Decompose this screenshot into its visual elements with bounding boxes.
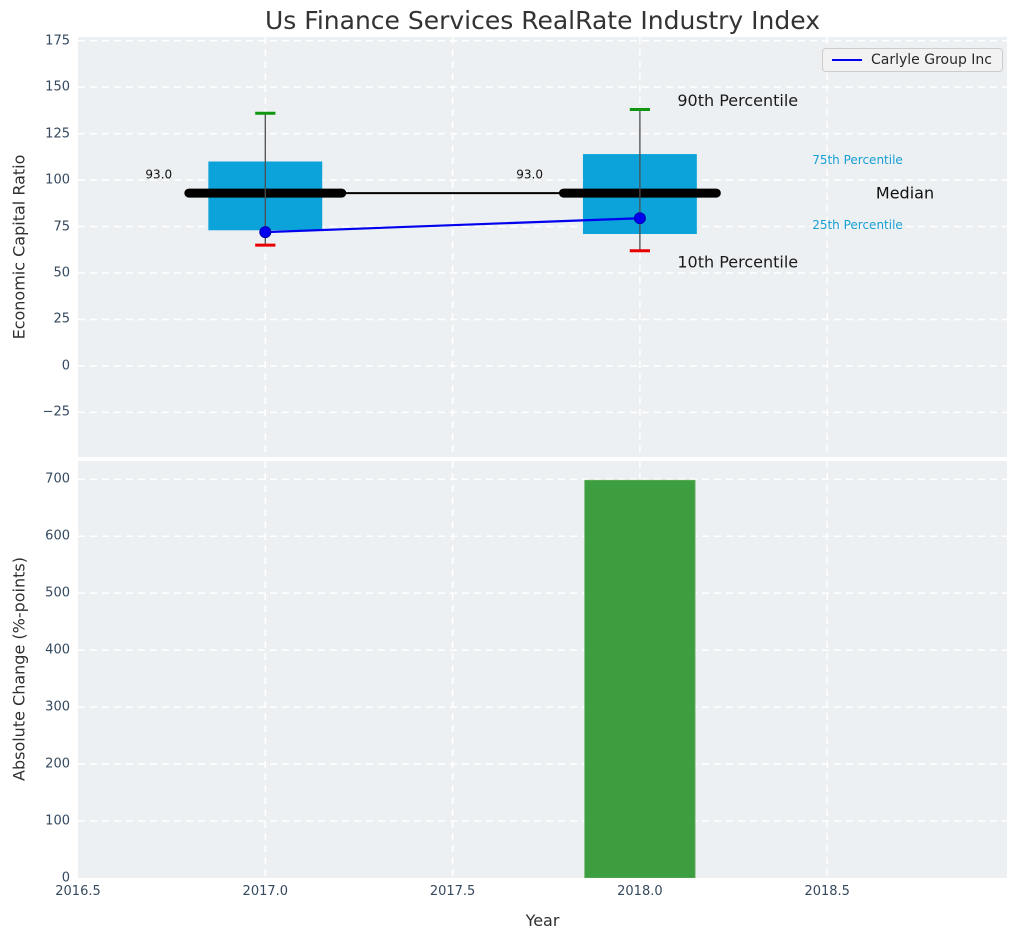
top-y-tick-label: 50 <box>53 266 70 281</box>
top-y-tick-label: 0 <box>62 358 70 373</box>
top-y-tick-label: 125 <box>45 126 70 141</box>
bottom-y-tick-label: 500 <box>45 586 70 601</box>
top-y-axis-label: Economic Capital Ratio <box>10 155 29 340</box>
bottom-y-tick-label: 600 <box>45 529 70 544</box>
annotation-75th-percentile: 75th Percentile <box>812 153 903 167</box>
chart-title: Us Finance Services RealRate Industry In… <box>78 6 1007 35</box>
top-y-tick-label: 150 <box>45 80 70 95</box>
top-y-tick-label: 100 <box>45 173 70 188</box>
top-y-tick-label: −25 <box>43 405 70 420</box>
annotation-93-0: 93.0 <box>145 168 172 182</box>
top-plot-area: 90th Percentile 10th Percentile 75th Perce… <box>78 37 1007 457</box>
top-plot-svg: 90th Percentile 10th Percentile 75th Perce… <box>78 37 1007 457</box>
bottom-y-tick-label: 100 <box>45 814 70 829</box>
bottom-y-axis-label: Absolute Change (%-points) <box>10 557 29 781</box>
annotation-25th-percentile: 25th Percentile <box>812 218 903 232</box>
bottom-plot-svg <box>78 461 1007 878</box>
annotation-median: Median <box>876 184 934 203</box>
annotation-10th-percentile: 10th Percentile <box>677 252 798 271</box>
bottom-y-tick-label: 200 <box>45 757 70 772</box>
annotation-93-0: 93.0 <box>516 168 543 182</box>
carlyle-marker <box>260 227 271 238</box>
carlyle-marker <box>634 213 645 224</box>
x-tick-label: 2018.0 <box>617 884 663 899</box>
x-tick-label: 2018.5 <box>804 884 850 899</box>
change-bar <box>585 480 695 878</box>
x-tick-label: 2017.5 <box>430 884 476 899</box>
annotation-90th-percentile: 90th Percentile <box>677 91 798 110</box>
bottom-y-tick-label: 700 <box>45 472 70 487</box>
x-tick-label: 2016.5 <box>55 884 101 899</box>
legend: Carlyle Group Inc <box>822 48 1003 72</box>
x-tick-label: 2017.0 <box>243 884 289 899</box>
bottom-y-tick-label: 300 <box>45 700 70 715</box>
bottom-y-tick-label: 400 <box>45 643 70 658</box>
top-y-tick-label: 75 <box>53 219 70 234</box>
bottom-plot-area <box>78 461 1007 878</box>
legend-label: Carlyle Group Inc <box>871 52 992 68</box>
x-axis-label: Year <box>78 911 1007 930</box>
top-y-tick-label: 25 <box>53 312 70 327</box>
figure-canvas: Us Finance Services RealRate Industry In… <box>0 0 1019 942</box>
legend-line-sample <box>832 59 862 61</box>
top-y-tick-label: 175 <box>45 33 70 48</box>
